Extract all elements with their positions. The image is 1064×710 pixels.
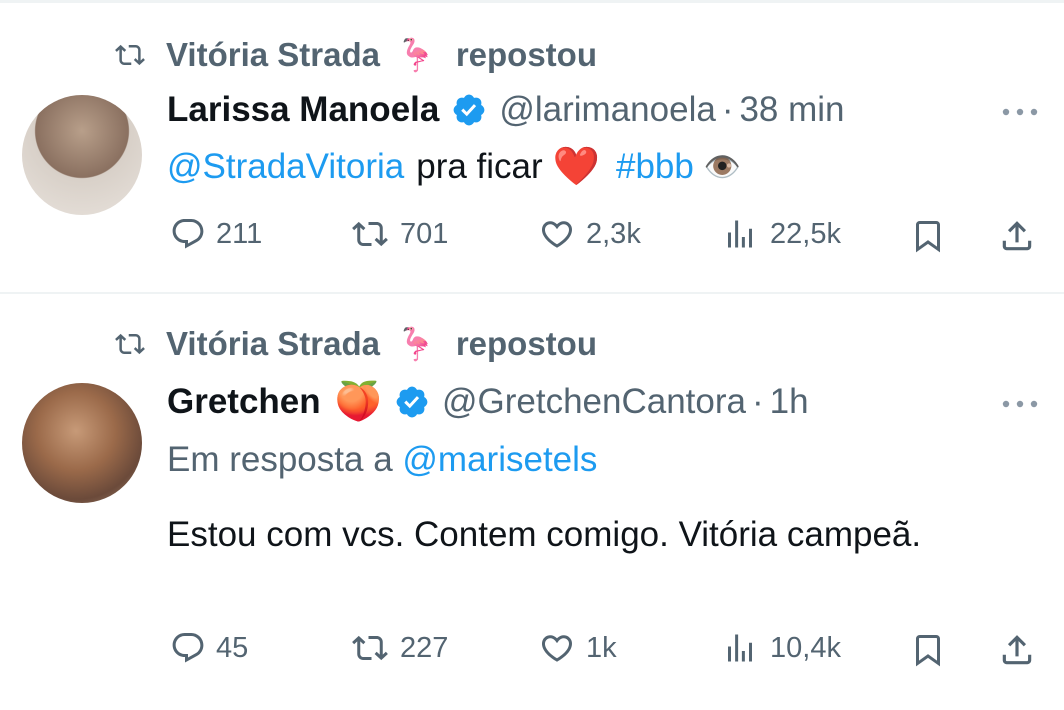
- reply-mention-link[interactable]: @marisetels: [402, 440, 597, 479]
- camera-emoji: 👁️: [703, 150, 742, 184]
- timestamp[interactable]: 1h: [770, 382, 809, 422]
- share-button[interactable]: [998, 630, 1046, 670]
- reply-count: 45: [216, 631, 249, 664]
- like-icon: [541, 221, 573, 248]
- repost-context[interactable]: Vitória Strada 🦩 repostou: [110, 36, 597, 74]
- timestamp[interactable]: 38 min: [739, 90, 844, 130]
- more-icon[interactable]: [1000, 398, 1040, 410]
- views-button[interactable]: 22,5k: [720, 216, 841, 252]
- views-icon: [728, 220, 752, 248]
- repost-user[interactable]: Vitória Strada: [166, 36, 380, 74]
- views-icon: [728, 634, 752, 662]
- separator: ·: [752, 382, 764, 421]
- repost-user[interactable]: Vitória Strada: [166, 325, 380, 363]
- repost-icon: [352, 221, 388, 247]
- repost-button[interactable]: 701: [350, 216, 448, 252]
- views-count: 10,4k: [770, 631, 841, 664]
- like-button[interactable]: 2,3k: [538, 216, 641, 252]
- flamingo-emoji: 🦩: [395, 37, 436, 73]
- reply-prefix: Em resposta a: [167, 440, 393, 479]
- views-button[interactable]: 10,4k: [720, 630, 841, 666]
- reply-icon: [172, 633, 204, 663]
- author-handle[interactable]: @GretchenCantora: [442, 382, 746, 422]
- bookmark-button[interactable]: [910, 630, 956, 670]
- hashtag-link[interactable]: #bbb: [616, 147, 694, 187]
- verified-icon: [453, 94, 485, 126]
- reply-button[interactable]: 45: [170, 630, 248, 666]
- peach-emoji: 🍑: [334, 381, 382, 423]
- mention-link[interactable]: @StradaVitoria: [167, 147, 404, 187]
- flamingo-emoji: 🦩: [395, 326, 436, 362]
- like-button[interactable]: 1k: [538, 630, 617, 666]
- like-count: 2,3k: [586, 217, 641, 250]
- like-icon: [541, 635, 573, 662]
- more-icon[interactable]: [1000, 106, 1040, 118]
- author-name[interactable]: Larissa Manoela: [167, 90, 439, 130]
- action-bar: 211 701 2,3k 22,5k: [0, 216, 1064, 260]
- verified-icon: [396, 386, 428, 418]
- reply-count: 211: [216, 217, 263, 250]
- tweet-text-middle: pra ficar: [416, 147, 543, 186]
- separator: ·: [721, 90, 734, 129]
- tweet-text: @StradaVitoria pra ficar ❤️ #bbb 👁️: [167, 145, 741, 189]
- bookmark-icon: [916, 635, 940, 667]
- bookmark-icon: [916, 221, 940, 253]
- reply-icon: [172, 219, 204, 249]
- author-handle[interactable]: @larimanoela: [499, 90, 715, 130]
- heart-emoji: ❤️: [552, 146, 600, 188]
- tweet-header: Larissa Manoela @larimanoela · 38 min: [167, 90, 845, 130]
- views-count: 22,5k: [770, 217, 841, 250]
- share-icon: [1002, 635, 1032, 665]
- repost-context[interactable]: Vitória Strada 🦩 repostou: [110, 325, 597, 363]
- repost-count: 227: [400, 631, 449, 664]
- author-name[interactable]: Gretchen: [167, 382, 321, 422]
- repost-icon: [352, 635, 388, 661]
- repost-label: repostou: [455, 36, 597, 73]
- tweet-text: Estou com vcs. Contem comigo. Vitória ca…: [167, 515, 922, 554]
- like-count: 1k: [586, 631, 617, 664]
- avatar[interactable]: [22, 383, 142, 503]
- tweet-gretchen[interactable]: Vitória Strada 🦩 repostou Gretchen 🍑 @Gr…: [0, 294, 1064, 710]
- repost-icon: [115, 333, 145, 355]
- repost-label: repostou: [455, 325, 597, 362]
- tweet-larissa[interactable]: Vitória Strada 🦩 repostou Larissa Manoel…: [0, 0, 1064, 292]
- bookmark-button[interactable]: [910, 216, 956, 256]
- reply-context: Em resposta a @marisetels: [167, 440, 597, 480]
- repost-icon: [115, 44, 145, 66]
- reply-button[interactable]: 211: [170, 216, 262, 252]
- avatar[interactable]: [22, 95, 142, 215]
- share-button[interactable]: [998, 216, 1046, 256]
- share-icon: [1002, 221, 1032, 251]
- tweet-header: Gretchen 🍑 @GretchenCantora · 1h: [167, 380, 809, 424]
- action-bar: 45 227 1k 10,4k: [0, 630, 1064, 674]
- repost-button[interactable]: 227: [350, 630, 448, 666]
- repost-count: 701: [400, 217, 449, 250]
